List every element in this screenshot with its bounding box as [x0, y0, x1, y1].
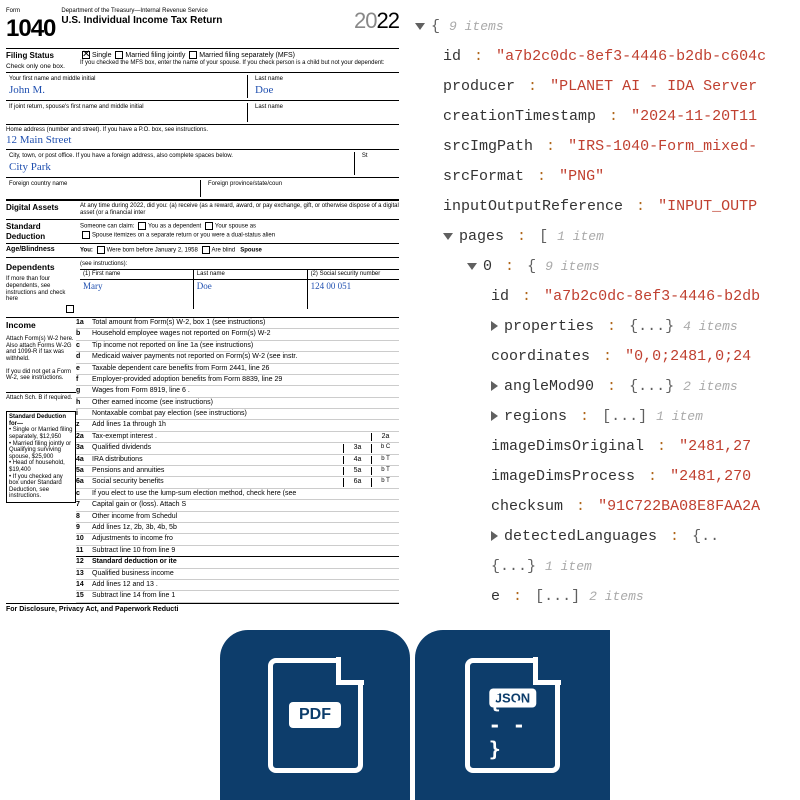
- chevron-right-icon[interactable]: [491, 531, 498, 541]
- checkbox-single[interactable]: [82, 51, 90, 59]
- filing-status-row: Filing Status Check only one box. Single…: [6, 49, 399, 73]
- chevron-down-icon[interactable]: [443, 233, 453, 240]
- pdf-file-icon: PDF: [268, 658, 363, 773]
- dependents-label: Dependents If more than four dependents,…: [6, 260, 76, 315]
- chevron-right-icon[interactable]: [491, 411, 498, 421]
- foreign-country-field[interactable]: Foreign country name: [6, 180, 201, 197]
- json-row[interactable]: checksum : "91C722BA08E8FAA2A: [415, 492, 800, 522]
- income-sidebar: Income Attach Form(s) W-2 here. Also att…: [6, 318, 76, 603]
- state-field[interactable]: St: [359, 152, 399, 174]
- digital-assets-row: Digital Assets At any time during 2022, …: [6, 200, 399, 220]
- disclosure-line: For Disclosure, Privacy Act, and Paperwo…: [6, 603, 399, 614]
- json-row[interactable]: producer : "PLANET AI - IDA Server: [415, 72, 800, 102]
- json-pages[interactable]: pages : [ 1 item: [415, 222, 800, 252]
- tax-year: 2022: [354, 8, 399, 34]
- json-row[interactable]: id : "a7b2c0dc-8ef3-4446-b2db: [415, 282, 800, 312]
- form-number: 1040: [6, 15, 55, 44]
- dept-line: Department of the Treasury—Internal Reve…: [61, 8, 348, 15]
- json-row[interactable]: properties : {...} 4 items: [415, 312, 800, 342]
- filing-status-options: Single Married filing jointly Married fi…: [80, 51, 399, 70]
- json-row[interactable]: coordinates : "0,0;2481,0;24: [415, 342, 800, 372]
- income-lines: 1aTotal amount from Form(s) W-2, box 1 (…: [76, 318, 399, 603]
- checkbox-mfj[interactable]: [115, 51, 123, 59]
- digital-assets-label: Digital Assets: [6, 203, 76, 217]
- json-row[interactable]: inputOutputReference : "INPUT_OUTP: [415, 192, 800, 222]
- form-title: U.S. Individual Income Tax Return: [61, 15, 348, 27]
- age-blindness-row: Age/Blindness You: Were born before Janu…: [6, 244, 399, 258]
- json-file-icon: JSON { - - - }: [465, 658, 560, 773]
- json-page-0[interactable]: 0 : { 9 items: [415, 252, 800, 282]
- json-row[interactable]: srcImgPath : "IRS-1040-Form_mixed-: [415, 132, 800, 162]
- json-row[interactable]: angleMod90 : {...} 2 items: [415, 372, 800, 402]
- form-header: Form 1040 Department of the Treasury—Int…: [6, 8, 399, 49]
- foreign-province-field[interactable]: Foreign province/state/coun: [205, 180, 399, 197]
- json-root[interactable]: { 9 items: [415, 12, 800, 42]
- first-name-field[interactable]: Your first name and middle initial John …: [6, 75, 248, 97]
- json-row[interactable]: creationTimestamp : "2024-11-20T11: [415, 102, 800, 132]
- json-row[interactable]: e : [...] 2 items: [415, 582, 800, 612]
- last-name-field[interactable]: Last name Doe: [252, 75, 399, 97]
- dep-last-header: Last name: [194, 270, 308, 279]
- foreign-row: Foreign country name Foreign province/st…: [6, 178, 399, 200]
- json-row[interactable]: regions : [...] 1 item: [415, 402, 800, 432]
- std-deduction-body: Someone can claim: You as a dependent Yo…: [80, 222, 399, 241]
- form-prefix: Form: [6, 8, 55, 15]
- checkbox-more-dependents[interactable]: [66, 305, 74, 313]
- city-row: City, town, or post office. If you have …: [6, 150, 399, 177]
- address-row[interactable]: Home address (number and street). If you…: [6, 125, 399, 150]
- pdf-badge: PDF: [220, 630, 410, 800]
- income-section: Income Attach Form(s) W-2 here. Also att…: [6, 318, 399, 603]
- chevron-right-icon[interactable]: [491, 381, 498, 391]
- checkbox-spouse-dependent[interactable]: [205, 222, 213, 230]
- checkbox-you-dependent[interactable]: [138, 222, 146, 230]
- dependents-row: Dependents If more than four dependents,…: [6, 258, 399, 318]
- dependents-table: (see instructions): (1) First name Last …: [80, 260, 399, 315]
- chevron-down-icon[interactable]: [467, 263, 477, 270]
- json-row[interactable]: {...} 1 item: [415, 552, 800, 582]
- chevron-right-icon[interactable]: [491, 321, 498, 331]
- dep-first-header: (1) First name: [80, 270, 194, 279]
- std-deduction-label: Standard Deduction: [6, 222, 76, 241]
- age-blindness-label: Age/Blindness: [6, 246, 76, 255]
- city-value: City Park: [9, 161, 351, 174]
- json-row[interactable]: id : "a7b2c0dc-8ef3-4446-b2db-c604c: [415, 42, 800, 72]
- name-row: Your first name and middle initial John …: [6, 73, 399, 100]
- checkbox-blind[interactable]: [202, 246, 210, 254]
- filing-status-label: Filing Status Check only one box.: [6, 51, 76, 70]
- form-title-block: Department of the Treasury—Internal Reve…: [61, 8, 348, 27]
- joint-name-row: If joint return, spouse's first name and…: [6, 101, 399, 125]
- chevron-down-icon[interactable]: [415, 23, 425, 30]
- first-name-value: John M.: [9, 84, 244, 97]
- json-row[interactable]: srcFormat : "PNG": [415, 162, 800, 192]
- json-row[interactable]: imageDimsProcess : "2481,270: [415, 462, 800, 492]
- dep-ssn-header: (2) Social security number: [308, 270, 399, 279]
- checkbox-mfs[interactable]: [189, 51, 197, 59]
- form-number-block: Form 1040: [6, 8, 55, 44]
- std-deduction-row: Standard Deduction Someone can claim: Yo…: [6, 220, 399, 244]
- dep-first-value[interactable]: Mary: [80, 280, 194, 293]
- json-row[interactable]: imageDimsOriginal : "2481,27: [415, 432, 800, 462]
- dep-last-value[interactable]: Doe: [194, 280, 308, 293]
- filing-status-note: If you checked the MFS box, enter the na…: [80, 60, 399, 67]
- json-badge: JSON { - - - }: [415, 630, 610, 800]
- joint-last-field[interactable]: Last name: [252, 103, 399, 122]
- dep-ssn-value[interactable]: 124 00 051: [308, 280, 399, 293]
- json-row[interactable]: detectedLanguages : {..: [415, 522, 800, 552]
- checkbox-spouse-itemizes[interactable]: [82, 231, 90, 239]
- address-value: 12 Main Street: [6, 134, 399, 147]
- checkbox-born-before[interactable]: [97, 246, 105, 254]
- digital-assets-text: At any time during 2022, did you: (a) re…: [80, 203, 399, 217]
- city-field[interactable]: City, town, or post office. If you have …: [6, 152, 355, 174]
- last-name-value: Doe: [255, 84, 396, 97]
- joint-first-field[interactable]: If joint return, spouse's first name and…: [6, 103, 248, 122]
